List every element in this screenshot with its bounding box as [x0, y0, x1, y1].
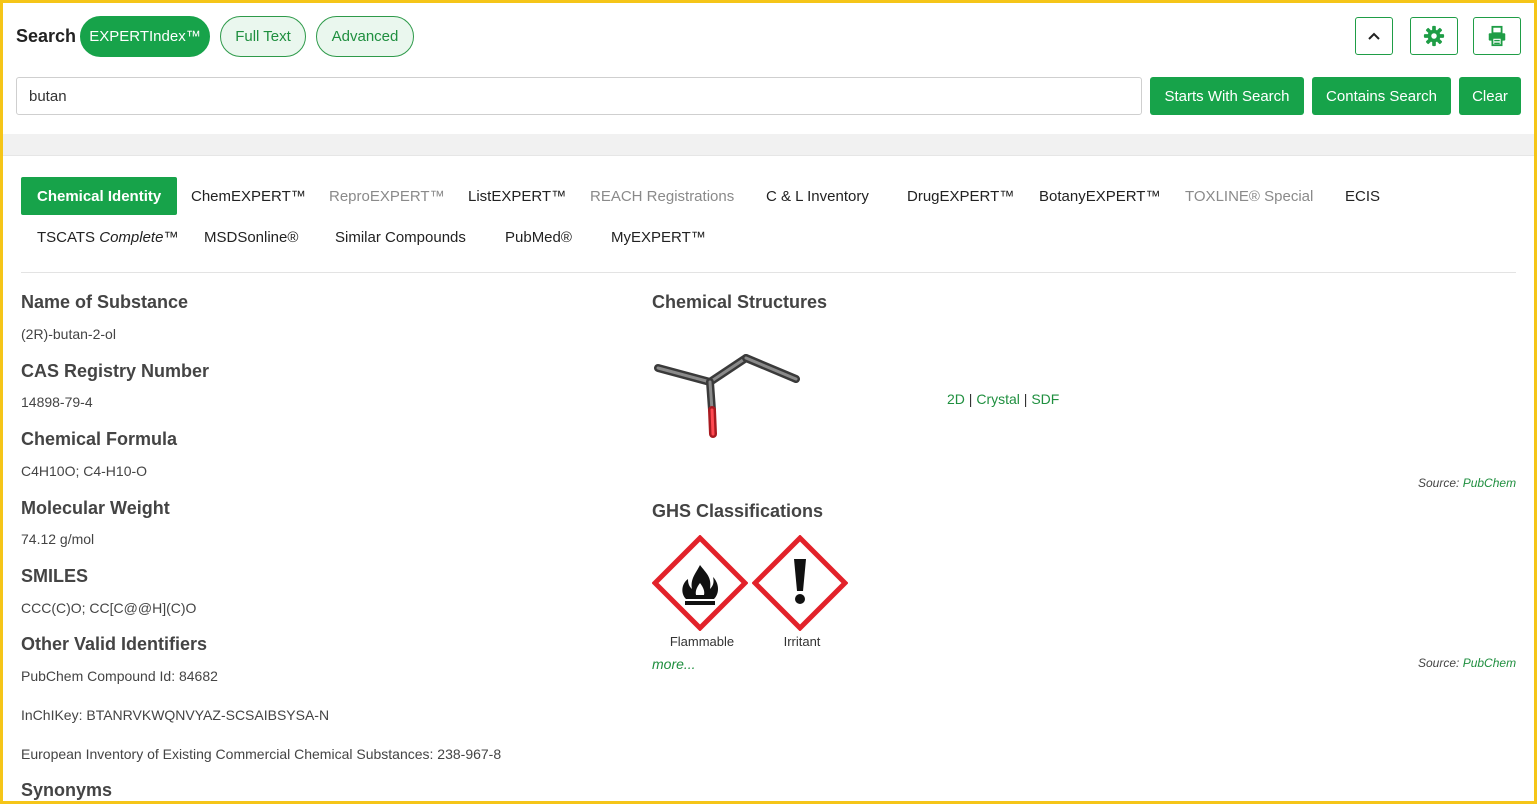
- tab-ecis[interactable]: ECIS: [1345, 177, 1380, 215]
- chemical-formula-label: Chemical Formula: [21, 429, 178, 449]
- link-separator: |: [1023, 391, 1028, 407]
- tab-tscats-complete-italic: Complete: [99, 228, 164, 246]
- tab-tscats-tm: ™: [163, 228, 179, 246]
- synonyms-label: Synonyms: [21, 780, 113, 800]
- tab-msdsonline[interactable]: MSDSonline®: [204, 218, 298, 256]
- more-ghs-link[interactable]: more...: [652, 656, 696, 672]
- collapse-button[interactable]: [1355, 17, 1393, 55]
- tab-listexpert[interactable]: ListEXPERT™: [468, 177, 566, 215]
- tab-botanyexpert[interactable]: BotanyEXPERT™: [1039, 177, 1160, 215]
- tab-myexpert[interactable]: MyEXPERT™: [611, 218, 706, 256]
- smiles-value: CCC(C)O; CC[C@@H](C)O: [21, 600, 197, 616]
- chemical-formula-value: C4H10O; C4-H10-O: [21, 463, 148, 479]
- pubchem-source-link[interactable]: PubChem: [1463, 476, 1516, 490]
- contains-search-button[interactable]: Contains Search: [1312, 77, 1451, 115]
- identifier-pubchem-cid: PubChem Compound Id: 84682: [21, 668, 218, 684]
- search-label: Search: [16, 26, 77, 46]
- tab-similar-compounds[interactable]: Similar Compounds: [335, 218, 466, 256]
- mode-advanced[interactable]: Advanced: [316, 16, 414, 57]
- link-separator: |: [968, 391, 973, 407]
- tab-chemical-identity[interactable]: Chemical Identity: [21, 177, 178, 215]
- link-sdf[interactable]: SDF: [1031, 391, 1059, 407]
- source-label: Source:: [1418, 656, 1463, 670]
- tab-pubmed[interactable]: PubMed®: [505, 218, 572, 256]
- molecular-weight-value: 74.12 g/mol: [21, 531, 95, 547]
- clear-button[interactable]: Clear: [1459, 77, 1521, 115]
- mode-full-text[interactable]: Full Text: [220, 16, 306, 57]
- link-crystal[interactable]: Crystal: [976, 391, 1020, 407]
- name-of-substance-label: Name of Substance: [21, 292, 189, 312]
- identifier-einecs: European Inventory of Existing Commercia…: [21, 746, 502, 762]
- irritant-label: Irritant: [783, 634, 821, 649]
- tab-chemexpert[interactable]: ChemEXPERT™: [191, 177, 306, 215]
- tab-reach-registrations[interactable]: REACH Registrations: [590, 177, 734, 215]
- ghs-classifications-title: GHS Classifications: [652, 501, 824, 521]
- flammable-label: Flammable: [669, 634, 735, 649]
- tab-reproexpert[interactable]: ReproEXPERT™: [329, 177, 445, 215]
- source-label: Source:: [1418, 476, 1463, 490]
- search-header: Search EXPERTIndex™ Full Text Advanced b…: [0, 0, 1537, 135]
- settings-button[interactable]: [1410, 17, 1458, 55]
- tab-drugexpert[interactable]: DrugEXPERT™: [907, 177, 1014, 215]
- gear-icon: [1423, 25, 1445, 47]
- structures-source: Source: PubChem: [1418, 476, 1516, 490]
- print-button[interactable]: [1473, 17, 1521, 55]
- link-2d[interactable]: 2D: [947, 391, 965, 407]
- other-identifiers-label: Other Valid Identifiers: [21, 634, 208, 654]
- tab-tscats-text: TSCATS: [37, 228, 100, 246]
- tab-cl-inventory[interactable]: C & L Inventory: [766, 177, 869, 215]
- tabs-divider: [21, 272, 1516, 273]
- printer-icon: [1488, 25, 1506, 47]
- starts-with-search-button[interactable]: Starts With Search: [1150, 77, 1304, 115]
- flame-pictogram-icon: [652, 535, 748, 631]
- identifier-inchikey: InChIKey: BTANRVKWQNVYAZ-SCSAIBSYSA-N: [21, 707, 330, 723]
- chevron-up-icon: [1368, 32, 1380, 40]
- smiles-label: SMILES: [21, 566, 89, 586]
- name-of-substance-value: (2R)-butan-2-ol: [21, 326, 116, 342]
- cas-number-label: CAS Registry Number: [21, 361, 210, 381]
- header-divider-band: [0, 134, 1537, 156]
- search-input[interactable]: [16, 77, 1142, 115]
- pubchem-source-link[interactable]: PubChem: [1463, 656, 1516, 670]
- ghs-source: Source: PubChem: [1418, 656, 1516, 670]
- structure-format-links: 2D | Crystal | SDF: [947, 391, 1059, 407]
- tab-tscats-complete[interactable]: TSCATS Complete ™: [37, 218, 178, 256]
- mode-expertindex[interactable]: EXPERTIndex™: [80, 16, 210, 57]
- tab-toxline-special[interactable]: TOXLINE® Special: [1185, 177, 1313, 215]
- exclamation-pictogram-icon: [752, 535, 848, 631]
- cas-number-value: 14898-79-4: [21, 394, 93, 410]
- molecular-weight-label: Molecular Weight: [21, 498, 170, 518]
- molecule-3d-image: [654, 354, 800, 438]
- chemical-structures-title: Chemical Structures: [652, 292, 828, 312]
